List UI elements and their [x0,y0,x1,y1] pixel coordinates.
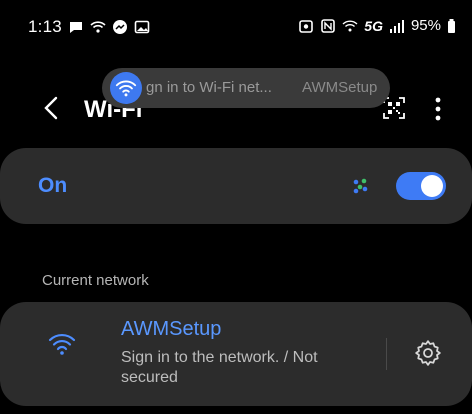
divider [386,338,387,370]
wifi-signal-icon [48,330,76,358]
battery-percentage: 95% [410,17,441,34]
gear-icon [415,340,441,366]
toast-wifi-icon [110,72,142,104]
signal-strength-icon [389,18,405,34]
battery-icon [447,18,456,34]
sign-in-toast[interactable]: gn in to Wi-Fi net... AWMSetup [102,68,390,108]
messenger-icon [112,19,128,35]
more-options-button[interactable] [432,96,444,122]
back-arrow-icon [44,96,58,120]
wifi-status-icon [90,19,106,35]
more-vert-icon [435,97,441,121]
network-name: AWMSetup [121,318,222,340]
status-left: 1:13 [28,17,150,37]
chat-bubble-icon [68,19,84,35]
switch-knob [421,175,443,197]
toast-message: gn in to Wi-Fi net... [146,79,272,96]
alarm-icon [298,18,314,34]
current-network-card[interactable]: AWMSetup Sign in to the network. / Not s… [0,302,472,406]
wifi-calling-icon [342,18,358,34]
gallery-icon [134,19,150,35]
back-button[interactable] [38,92,66,124]
status-bar: 1:13 5G 95% [0,0,472,52]
nearby-scan-icon[interactable] [351,176,371,196]
network-type-label: 5G [364,17,383,34]
network-status: Sign in to the network. / Not secured [121,349,318,386]
status-time: 1:13 [28,17,62,36]
wifi-switch[interactable] [396,172,446,200]
toggle-label: On [38,174,68,197]
nfc-icon [320,18,336,34]
network-settings-button[interactable] [413,338,443,368]
status-right: 5G 95% [298,17,456,34]
wifi-toggle-card[interactable]: On [0,148,472,224]
section-label-current-network: Current network [42,272,149,289]
toast-ssid: AWMSetup [302,79,378,96]
